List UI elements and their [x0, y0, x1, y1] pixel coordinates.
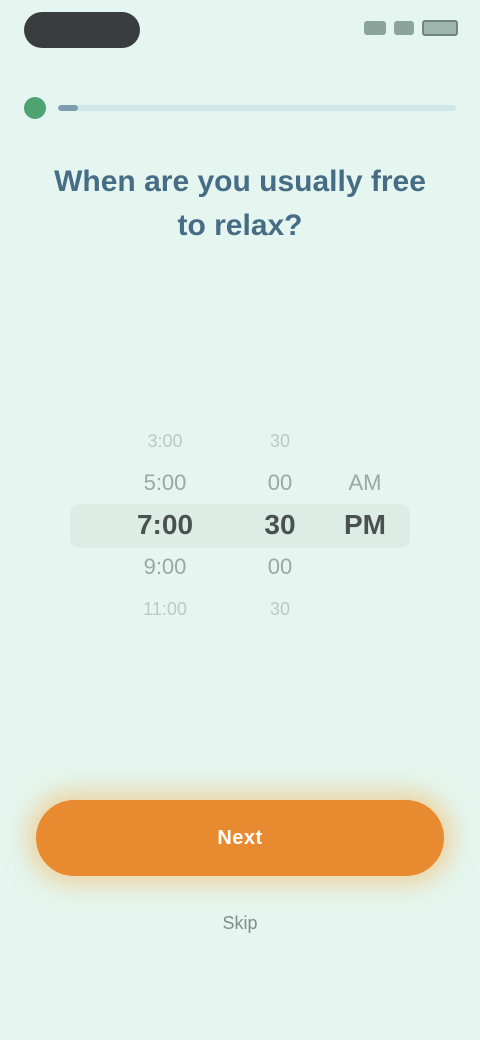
signal-icon	[364, 21, 386, 35]
progress-bar	[24, 96, 456, 120]
skip-link[interactable]: Skip	[190, 908, 290, 938]
hour-option[interactable]: 11:00	[143, 588, 187, 630]
minute-option[interactable]: 30	[270, 420, 290, 462]
minute-option[interactable]: 00	[268, 462, 292, 504]
progress-track	[58, 105, 456, 111]
time-picker[interactable]: 3:00 5:00 7:00 9:00 11:00 30 00 30 00 30…	[60, 420, 420, 630]
minute-wheel[interactable]: 30 00 30 00 30	[250, 420, 310, 630]
hour-option[interactable]: 3:00	[147, 420, 182, 462]
progress-fill	[58, 105, 78, 111]
progress-dot-icon	[24, 97, 46, 119]
status-bar	[0, 0, 480, 62]
period-option[interactable]: AM	[349, 462, 382, 504]
next-button[interactable]: Next	[36, 800, 444, 876]
status-icons	[364, 20, 458, 36]
period-wheel[interactable]: AM PM	[310, 420, 420, 630]
hour-option[interactable]: 5:00	[144, 462, 187, 504]
status-bar-time-pill	[24, 12, 140, 48]
minute-option-selected[interactable]: 30	[264, 504, 295, 546]
period-option-selected[interactable]: PM	[344, 504, 386, 546]
battery-icon	[422, 20, 458, 36]
wifi-icon	[394, 21, 414, 35]
minute-option[interactable]: 30	[270, 588, 290, 630]
question-title: When are you usually free to relax?	[54, 165, 426, 242]
hour-option-selected[interactable]: 7:00	[137, 504, 193, 546]
minute-option[interactable]: 00	[268, 546, 292, 588]
hour-wheel[interactable]: 3:00 5:00 7:00 9:00 11:00	[90, 420, 240, 630]
hour-option[interactable]: 9:00	[144, 546, 187, 588]
